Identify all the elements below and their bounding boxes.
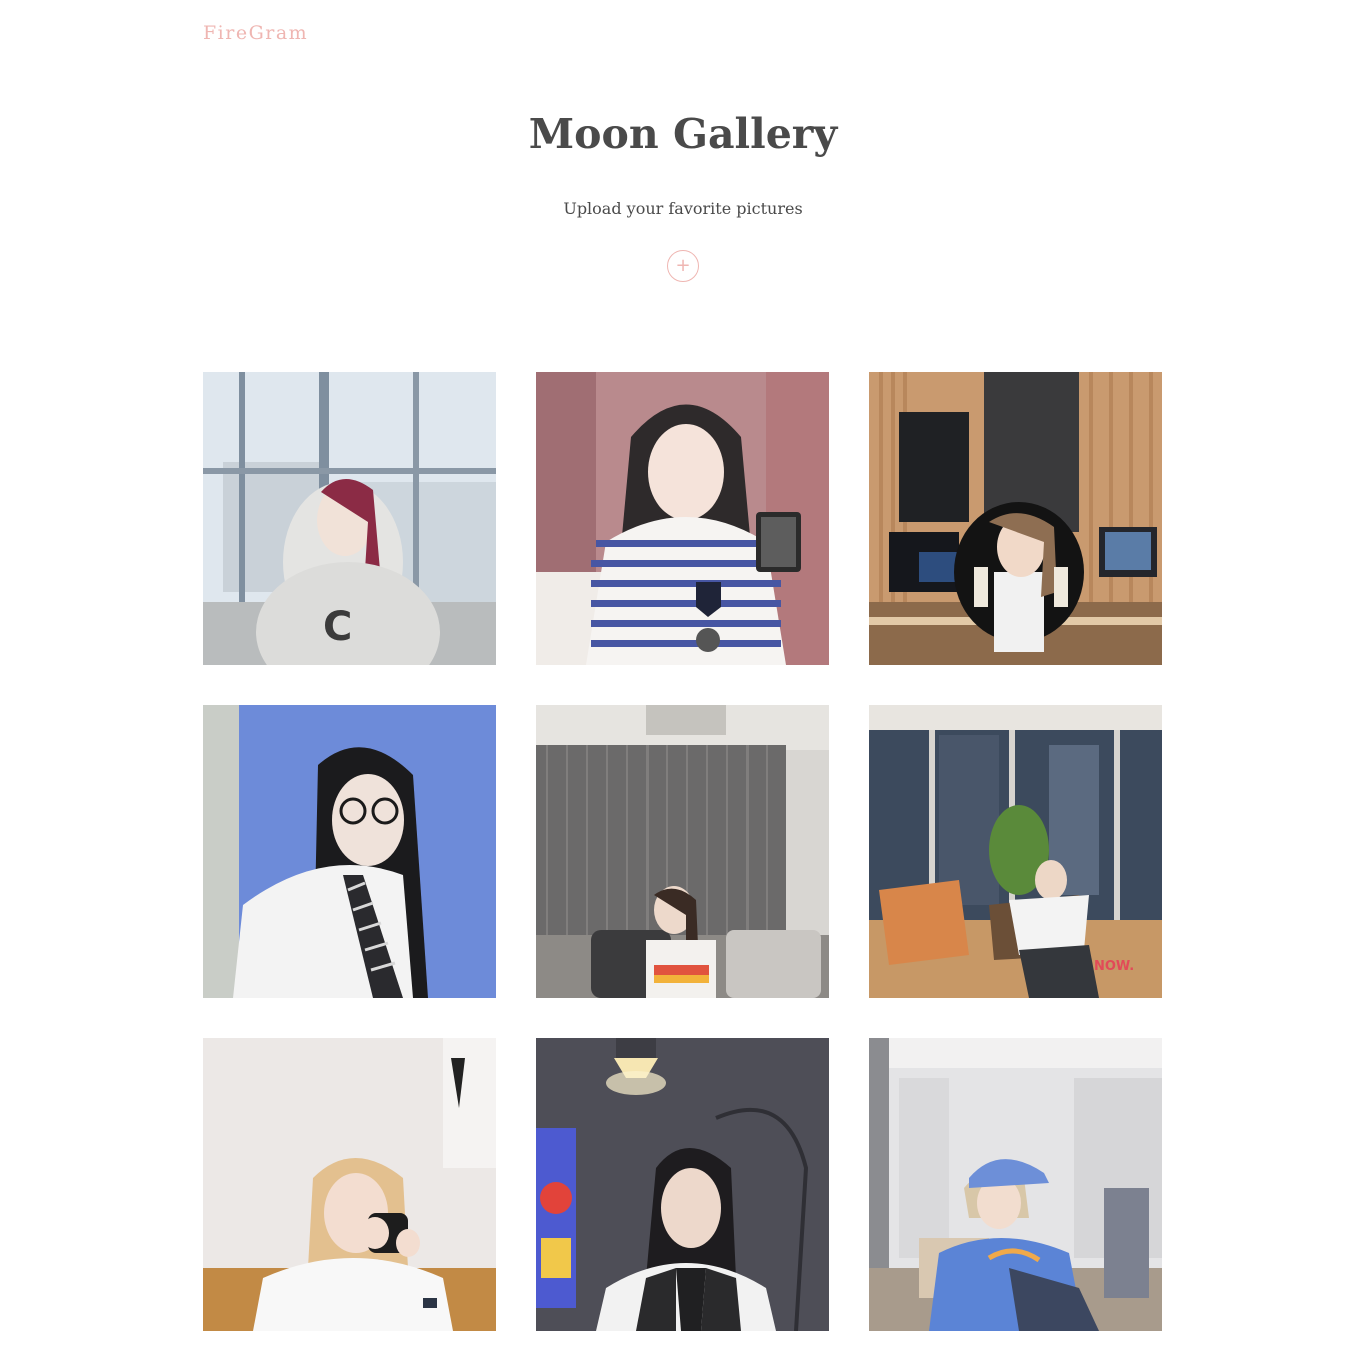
photo-card[interactable] (536, 372, 829, 665)
photo-grid: C NOW. (203, 372, 1163, 1331)
upload-button[interactable]: + (667, 250, 699, 282)
svg-text:NOW.: NOW. (1094, 959, 1134, 974)
photo-image: C (203, 372, 496, 665)
photo-card[interactable] (869, 1038, 1162, 1331)
plus-icon: + (675, 255, 691, 276)
photo-image: NOW. (869, 705, 1162, 998)
page-title: Moon Gallery (528, 110, 838, 158)
svg-text:C: C (323, 604, 352, 650)
photo-card[interactable] (536, 1038, 829, 1331)
photo-card[interactable]: C (203, 372, 496, 665)
page-subtitle: Upload your favorite pictures (563, 199, 803, 218)
photo-image (536, 705, 829, 998)
photo-image (203, 705, 496, 998)
photo-image (536, 372, 829, 665)
photo-card[interactable] (536, 705, 829, 998)
brand-logo[interactable]: FireGram (203, 22, 308, 44)
photo-card[interactable] (869, 372, 1162, 665)
photo-image (869, 372, 1162, 665)
photo-card[interactable] (203, 1038, 496, 1331)
photo-image (203, 1038, 496, 1331)
photo-image (869, 1038, 1162, 1331)
photo-card[interactable] (203, 705, 496, 998)
photo-image (536, 1038, 829, 1331)
photo-card[interactable]: NOW. (869, 705, 1162, 998)
